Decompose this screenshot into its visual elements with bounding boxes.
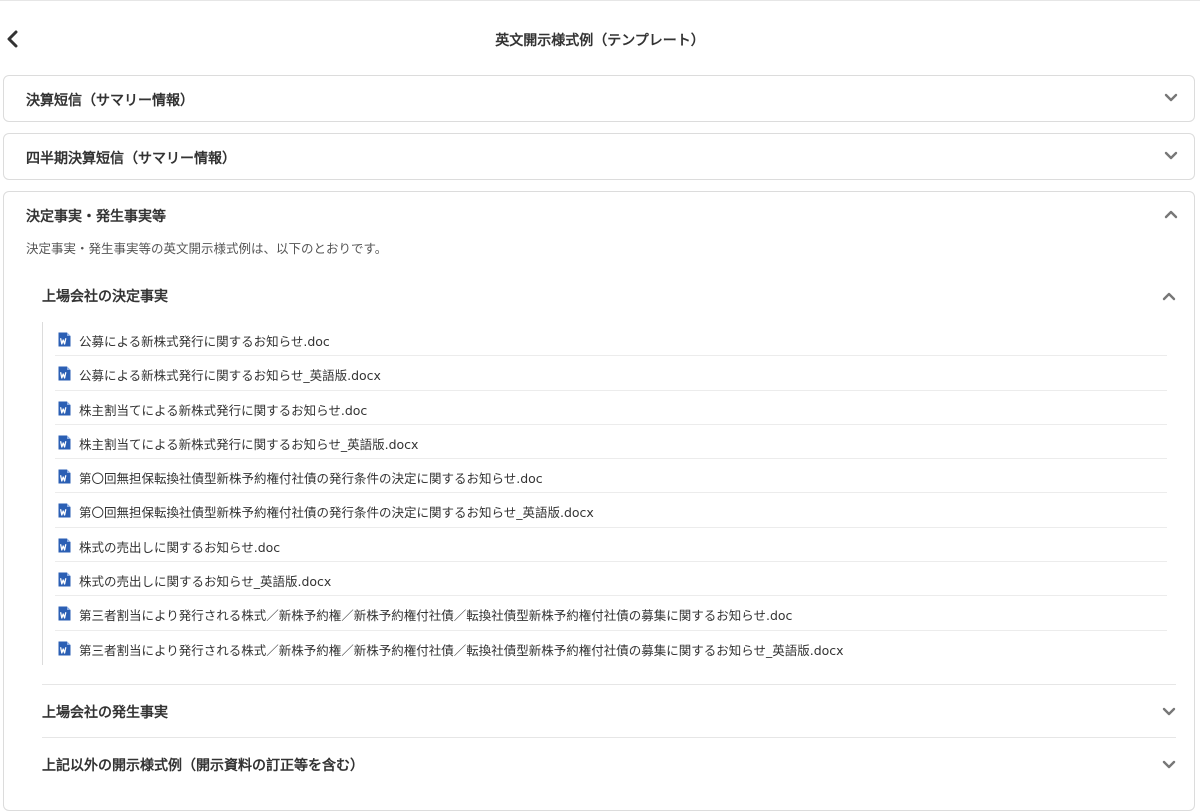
chevron-up-icon — [1164, 207, 1178, 221]
accordion-material-facts: 決定事実・発生事実等 決定事実・発生事実等の英文開示様式例は、以下のとおりです。… — [3, 191, 1195, 811]
file-link[interactable]: 株主割当てによる新株式発行に関するお知らせ.doc — [55, 391, 1167, 425]
file-name: 第〇回無担保転換社債型新株予約権付社債の発行条件の決定に関するお知らせ_英語版.… — [79, 505, 594, 521]
section-description: 決定事実・発生事実等の英文開示様式例は、以下のとおりです。 — [26, 241, 388, 256]
subaccordion-title: 上記以外の開示様式例（開示資料の訂正等を含む） — [42, 758, 364, 774]
subaccordion-other-disclosures-header[interactable]: 上記以外の開示様式例（開示資料の訂正等を含む） — [42, 747, 1176, 783]
word-document-icon — [58, 572, 71, 587]
accordion-header[interactable]: 四半期決算短信（サマリー情報） — [4, 134, 1194, 180]
word-document-icon — [58, 641, 71, 656]
accordion-title: 決算短信（サマリー情報） — [26, 93, 194, 109]
accordion-title: 決定事実・発生事実等 — [26, 209, 166, 225]
chevron-up-icon — [1162, 289, 1176, 303]
file-name: 第三者割当により発行される株式／新株予約権／新株予約権付社債／転換社債型新株予約… — [79, 642, 844, 658]
accordion-title: 四半期決算短信（サマリー情報） — [26, 151, 236, 167]
word-document-icon — [58, 435, 71, 450]
file-link[interactable]: 株式の売出しに関するお知らせ.doc — [55, 528, 1167, 563]
file-name: 第三者割当により発行される株式／新株予約権／新株予約権付社債／転換社債型新株予約… — [79, 608, 793, 624]
chevron-down-icon — [1164, 149, 1178, 163]
file-name: 公募による新株式発行に関するお知らせ_英語版.docx — [79, 368, 381, 384]
file-name: 株式の売出しに関するお知らせ.doc — [79, 539, 281, 555]
file-name: 株主割当てによる新株式発行に関するお知らせ_英語版.docx — [79, 436, 419, 452]
word-document-icon — [58, 538, 71, 553]
file-list: 公募による新株式発行に関するお知らせ.doc 公募による新株式発行に関するお知らせ… — [42, 322, 1167, 665]
file-name: 株式の売出しに関するお知らせ_英語版.docx — [79, 574, 332, 590]
page-title: 英文開示様式例（テンプレート） — [495, 33, 705, 49]
subaccordion-decided-facts-header[interactable]: 上場会社の決定事実 — [42, 278, 1176, 314]
subaccordion-title: 上場会社の発生事実 — [42, 705, 168, 721]
accordion-quarterly-earnings-summary: 四半期決算短信（サマリー情報） — [3, 133, 1195, 180]
word-document-icon — [58, 469, 71, 484]
chevron-down-icon — [1162, 758, 1176, 772]
accordion-header[interactable]: 決算短信（サマリー情報） — [4, 76, 1194, 122]
accordion-earnings-summary: 決算短信（サマリー情報） — [3, 75, 1195, 122]
file-name: 第〇回無担保転換社債型新株予約権付社債の発行条件の決定に関するお知らせ.doc — [79, 471, 543, 487]
accordion-header[interactable]: 決定事実・発生事実等 — [4, 192, 1194, 238]
file-link[interactable]: 公募による新株式発行に関するお知らせ_英語版.docx — [55, 356, 1167, 391]
file-name: 公募による新株式発行に関するお知らせ.doc — [79, 334, 330, 349]
word-document-icon — [58, 332, 71, 347]
file-name: 株主割当てによる新株式発行に関するお知らせ.doc — [79, 402, 368, 418]
file-link[interactable]: 第〇回無担保転換社債型新株予約権付社債の発行条件の決定に関するお知らせ.doc — [55, 459, 1167, 494]
top-border — [0, 0, 1200, 1]
file-link[interactable]: 公募による新株式発行に関するお知らせ.doc — [55, 322, 1167, 357]
divider — [42, 737, 1176, 738]
word-document-icon — [58, 606, 71, 621]
subaccordion-occurred-facts-header[interactable]: 上場会社の発生事実 — [42, 694, 1176, 730]
subaccordion-title: 上場会社の決定事実 — [42, 289, 168, 305]
divider — [42, 684, 1176, 685]
file-link[interactable]: 第三者割当により発行される株式／新株予約権／新株予約権付社債／転換社債型新株予約… — [55, 631, 1167, 665]
word-document-icon — [58, 401, 71, 416]
file-link[interactable]: 第〇回無担保転換社債型新株予約権付社債の発行条件の決定に関するお知らせ_英語版.… — [55, 493, 1167, 528]
word-document-icon — [58, 366, 71, 381]
file-link[interactable]: 株主割当てによる新株式発行に関するお知らせ_英語版.docx — [55, 425, 1167, 460]
chevron-down-icon — [1164, 91, 1178, 105]
word-document-icon — [58, 503, 71, 518]
file-link[interactable]: 第三者割当により発行される株式／新株予約権／新株予約権付社債／転換社債型新株予約… — [55, 596, 1167, 631]
file-link[interactable]: 株式の売出しに関するお知らせ_英語版.docx — [55, 562, 1167, 597]
chevron-down-icon — [1162, 705, 1176, 719]
page-header: 英文開示様式例（テンプレート） — [0, 18, 1200, 60]
